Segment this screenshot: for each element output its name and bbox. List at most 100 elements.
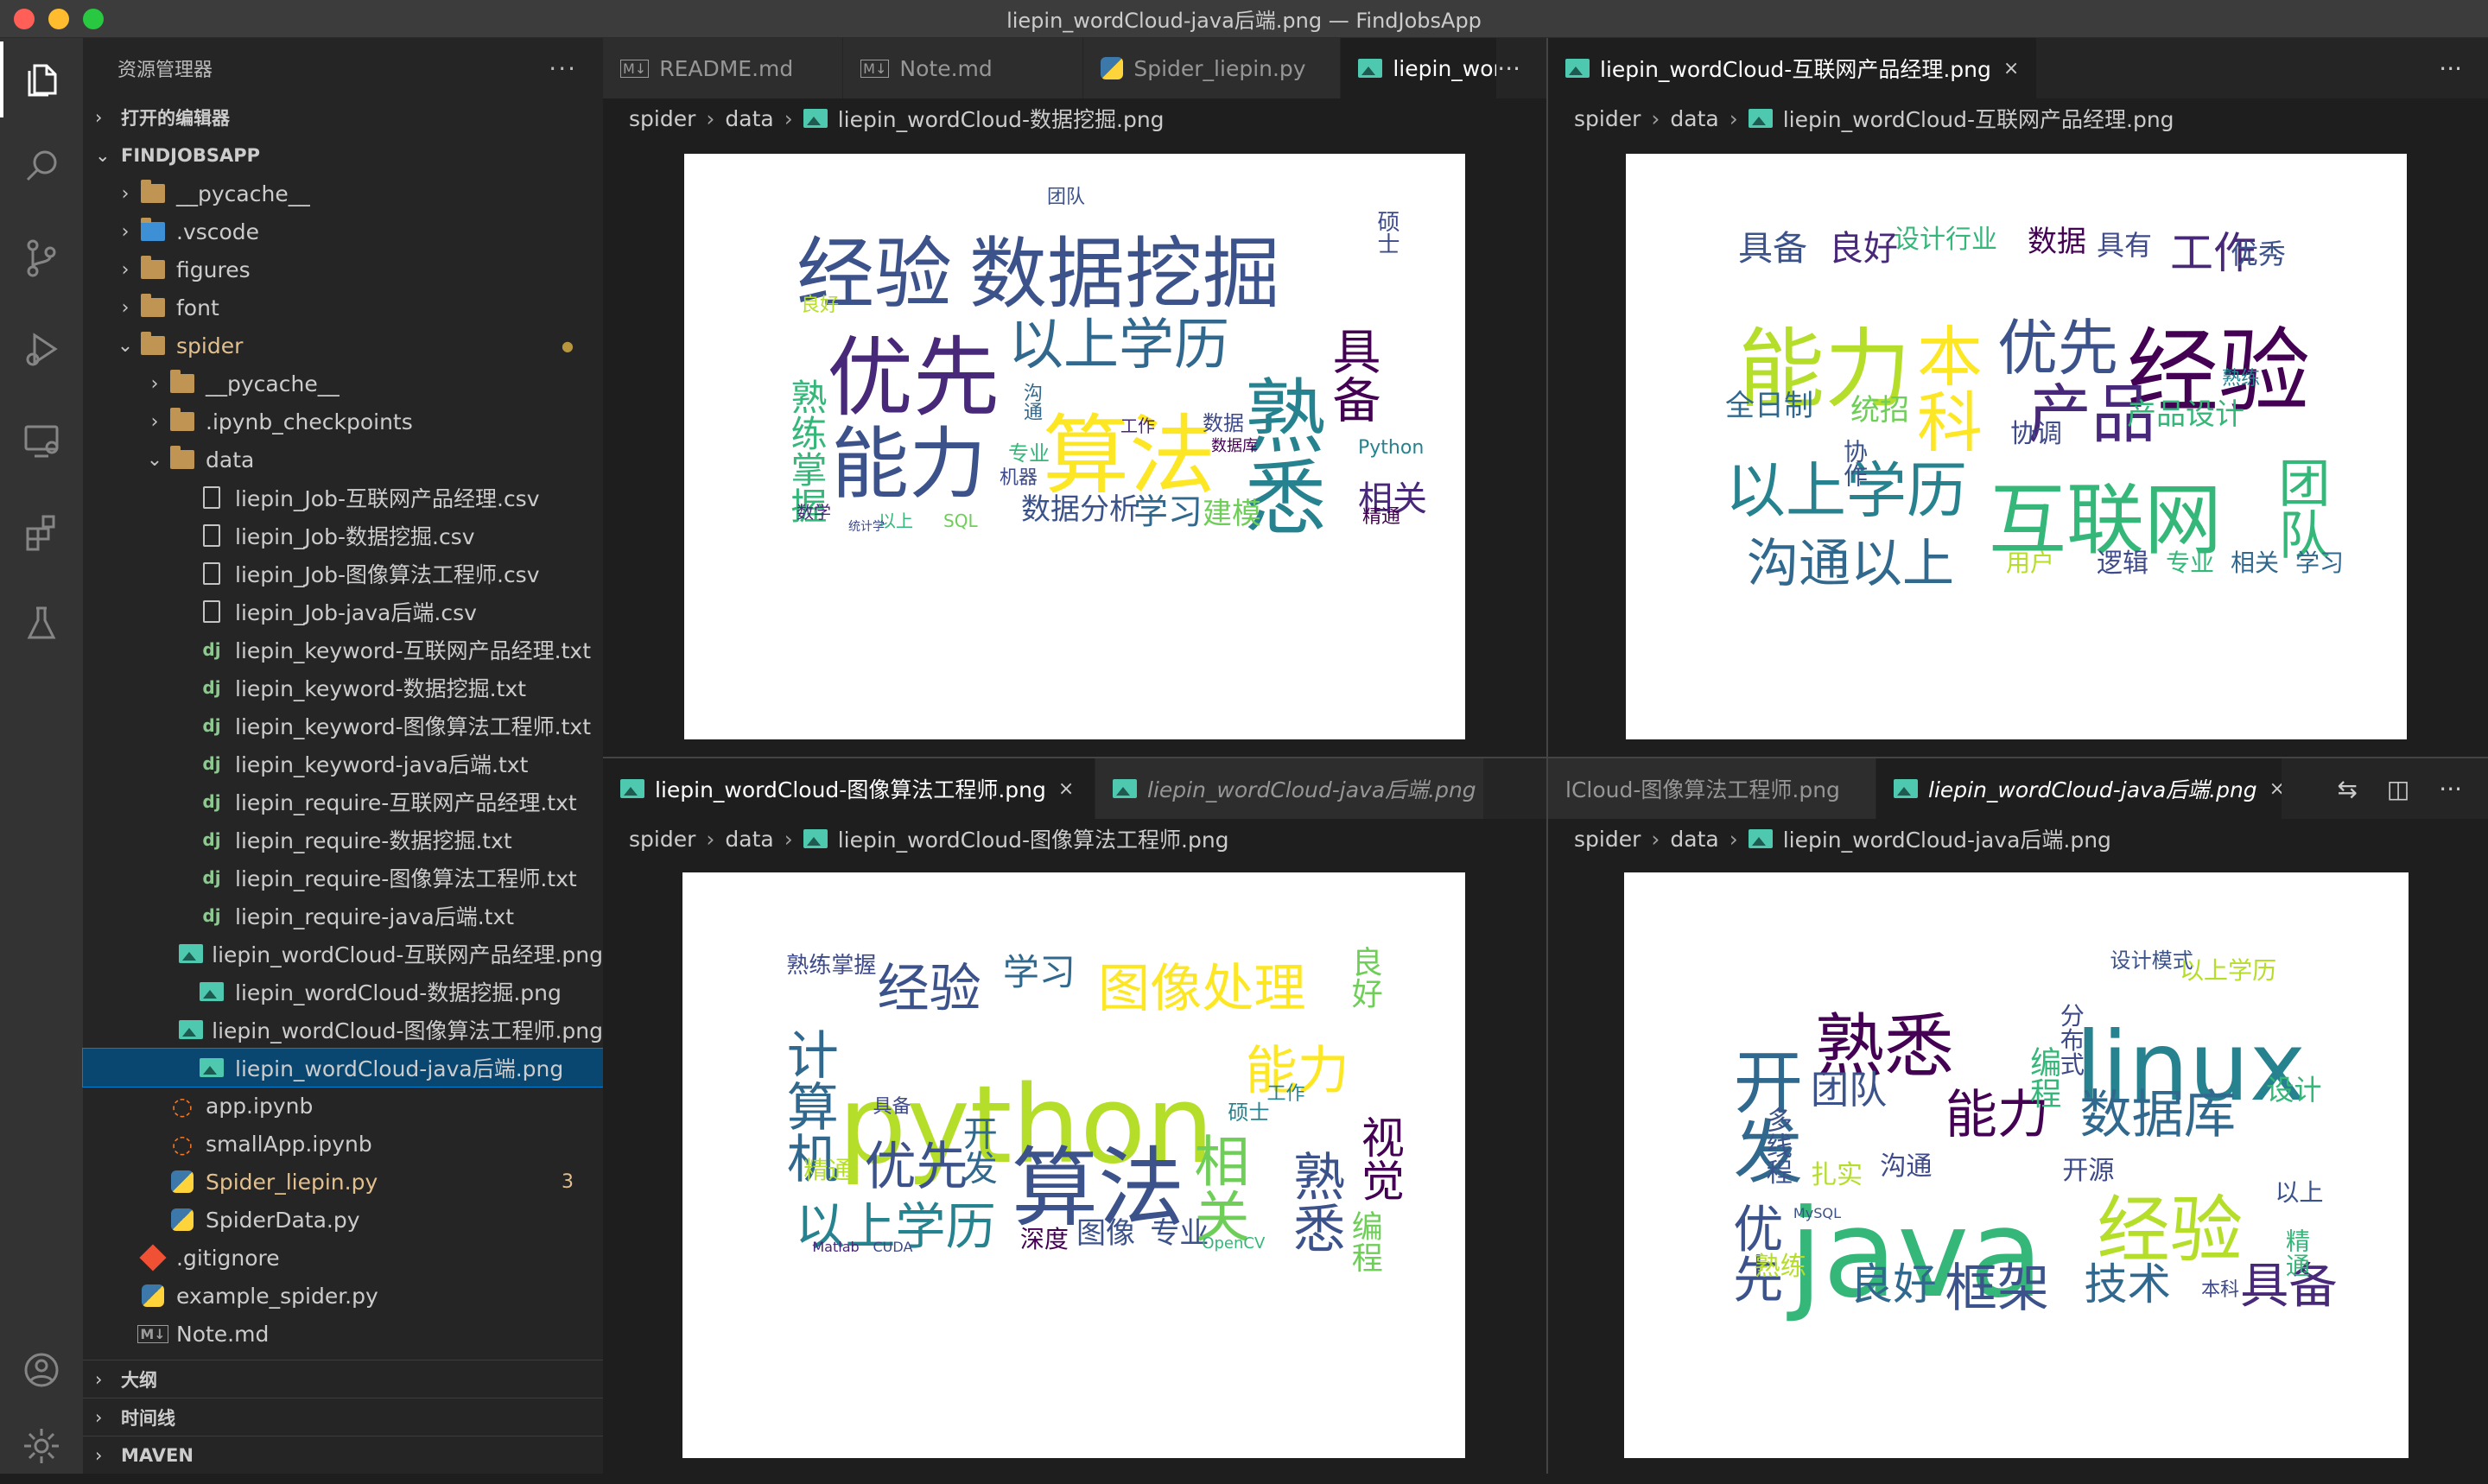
editor-tab[interactable]: M↓ Note.md [843,38,1084,98]
open-editors-section[interactable]: › 打开的编辑器 [83,98,603,136]
tree-item[interactable]: example_spider.py [83,1277,603,1315]
tree-item[interactable]: dj liepin_keyword-互联网产品经理.txt [83,631,603,669]
explorer-more-button[interactable]: ··· [549,54,577,83]
breadcrumb-item[interactable]: liepin_wordCloud-图像算法工程师.png [838,823,1229,854]
word-cloud-word: OpenCV [1202,1233,1266,1253]
image-preview: 经验 数据挖掘 优先 以上学历 能力 算法 熟悉 具备 熟练掌握 数据分析 学习 建模 相关 专业 机器 Py… [684,154,1465,739]
editor-tab[interactable]: liepin_wor [1341,38,1498,98]
compare-icon[interactable]: ⇆ [2337,775,2357,803]
more-actions-button[interactable]: ··· [2439,775,2462,803]
tree-item[interactable]: M↓ Note.md [83,1315,603,1353]
editor-tab[interactable]: liepin_wordCloud-java后端.png × [1876,758,2282,819]
window-controls [14,9,104,29]
markdown-icon: M↓ [860,59,890,78]
word-cloud-word: 多线程 [1761,1107,1792,1185]
editor-tab[interactable]: liepin_wordCloud-java后端.png [1095,758,1484,819]
tree-item[interactable]: ⌄ spider ● [83,327,603,365]
tree-item[interactable]: liepin_Job-数据挖掘.csv [83,517,603,555]
editor-tab[interactable]: M↓ README.md [603,38,844,98]
more-actions-button[interactable]: ··· [2439,54,2462,83]
word-cloud-word: 开发 [956,1114,997,1184]
editor-split-horizontal[interactable] [603,757,2488,758]
editor-tab[interactable]: liepin_wordCloud-互联网产品经理.png × [1548,38,2038,98]
tree-item[interactable]: dj liepin_keyword-图像算法工程师.txt [83,707,603,745]
tree-item[interactable]: Spider_liepin.py 3 [83,1163,603,1201]
tree-item[interactable]: liepin_Job-互联网产品经理.csv [83,479,603,517]
account-icon[interactable] [0,1332,83,1408]
editor-tab-label: liepin_wordCloud-图像算法工程师.png [655,777,1046,802]
editor-tab[interactable]: lCloud-图像算法工程师.png [1548,758,1876,819]
tree-item[interactable]: ◌ smallApp.ipynb [83,1125,603,1163]
tree-item-label: font [176,295,219,320]
project-section[interactable]: ⌄ FINDJOBSAPP [83,136,603,174]
tree-item[interactable]: › font [83,289,603,327]
tree-item[interactable]: dj liepin_require-互联网产品经理.txt [83,783,603,821]
tree-item[interactable]: liepin_wordCloud-互联网产品经理.png [83,935,603,973]
breadcrumb-item[interactable]: spider [629,827,695,852]
outline-section[interactable]: › 大纲 [83,1360,603,1398]
breadcrumb-item[interactable]: spider [1574,827,1641,852]
breadcrumb-item[interactable]: liepin_wordCloud-数据挖掘.png [838,103,1165,134]
notebook-icon: ◌ [171,1129,194,1158]
tree-item[interactable]: dj liepin_require-java后端.txt [83,897,603,935]
close-icon[interactable]: × [1058,778,1074,800]
timeline-section[interactable]: › 时间线 [83,1398,603,1436]
word-cloud-word: 以上学历 [2179,956,2277,986]
breadcrumb-item[interactable]: liepin_wordCloud-java后端.png [1783,823,2111,854]
tree-item[interactable]: SpiderData.py [83,1201,603,1239]
tree-item[interactable]: dj liepin_require-图像算法工程师.txt [83,859,603,897]
remote-explorer-icon[interactable] [0,403,83,479]
breadcrumb-item[interactable]: data [725,827,773,852]
word-cloud-word: 沟通以上 [1747,534,1954,594]
tree-item[interactable]: ◌ app.ipynb [83,1087,603,1125]
breadcrumb-item[interactable]: data [725,106,773,131]
tree-item[interactable]: › __pycache__ [83,174,603,212]
csv-file-icon [197,485,226,510]
word-cloud-word: 熟练 [2222,368,2261,390]
tree-item[interactable]: ⌄ data [83,441,603,479]
editor-split-vertical[interactable] [1546,38,1548,1474]
minimize-window-button[interactable] [48,9,69,29]
maximize-window-button[interactable] [83,9,104,29]
tree-item[interactable]: › figures [83,251,603,289]
split-editor-icon[interactable]: ◫ [2387,775,2409,803]
tree-item[interactable]: › .ipynb_checkpoints [83,403,603,441]
source-control-icon[interactable] [0,219,83,295]
tree-item[interactable]: liepin_Job-图像算法工程师.csv [83,555,603,593]
activity-bar [0,38,83,1474]
tree-item[interactable]: dj liepin_require-数据挖掘.txt [83,821,603,859]
settings-gear-icon[interactable] [0,1408,83,1484]
breadcrumb-item[interactable]: spider [629,106,695,131]
close-window-button[interactable] [14,9,35,29]
extensions-icon[interactable] [0,494,83,570]
breadcrumb-item[interactable]: data [1670,106,1718,131]
search-icon[interactable] [0,128,83,204]
breadcrumb-item[interactable]: data [1670,827,1718,852]
maven-section[interactable]: › MAVEN [83,1436,603,1474]
editor-tab-label: Spider_liepin.py [1133,55,1306,81]
run-debug-icon[interactable] [0,311,83,387]
explorer-icon[interactable] [0,41,83,117]
tree-item[interactable]: dj liepin_keyword-数据挖掘.txt [83,669,603,707]
chevron-right-icon: › [1651,826,1660,852]
tree-item[interactable]: › __pycache__ [83,365,603,403]
tree-item-label: Spider_liepin.py [206,1169,378,1195]
breadcrumb-item[interactable]: liepin_wordCloud-互联网产品经理.png [1783,103,2174,134]
word-cloud-word: 统计学 [848,520,885,534]
tree-item[interactable]: liepin_wordCloud-java后端.png [82,1048,604,1088]
tree-item[interactable]: liepin_wordCloud-图像算法工程师.png [83,1011,603,1049]
close-icon[interactable]: × [2003,58,2019,79]
folder-icon [168,408,197,434]
tree-item[interactable]: › .vscode [83,212,603,251]
testing-icon[interactable] [0,586,83,662]
close-icon[interactable]: × [2269,778,2282,800]
tree-item[interactable]: liepin_Job-java后端.csv [83,593,603,631]
tree-item[interactable]: liepin_wordCloud-数据挖掘.png [83,973,603,1011]
word-cloud-word: 设计 [2266,1074,2322,1107]
more-actions-button[interactable]: ··· [1497,54,1520,83]
tree-item[interactable]: dj liepin_keyword-java后端.txt [83,745,603,783]
breadcrumb-item[interactable]: spider [1574,106,1641,131]
editor-tab[interactable]: Spider_liepin.py [1083,38,1342,98]
tree-item[interactable]: .gitignore [83,1239,603,1277]
editor-tab[interactable]: liepin_wordCloud-图像算法工程师.png × [603,758,1095,819]
